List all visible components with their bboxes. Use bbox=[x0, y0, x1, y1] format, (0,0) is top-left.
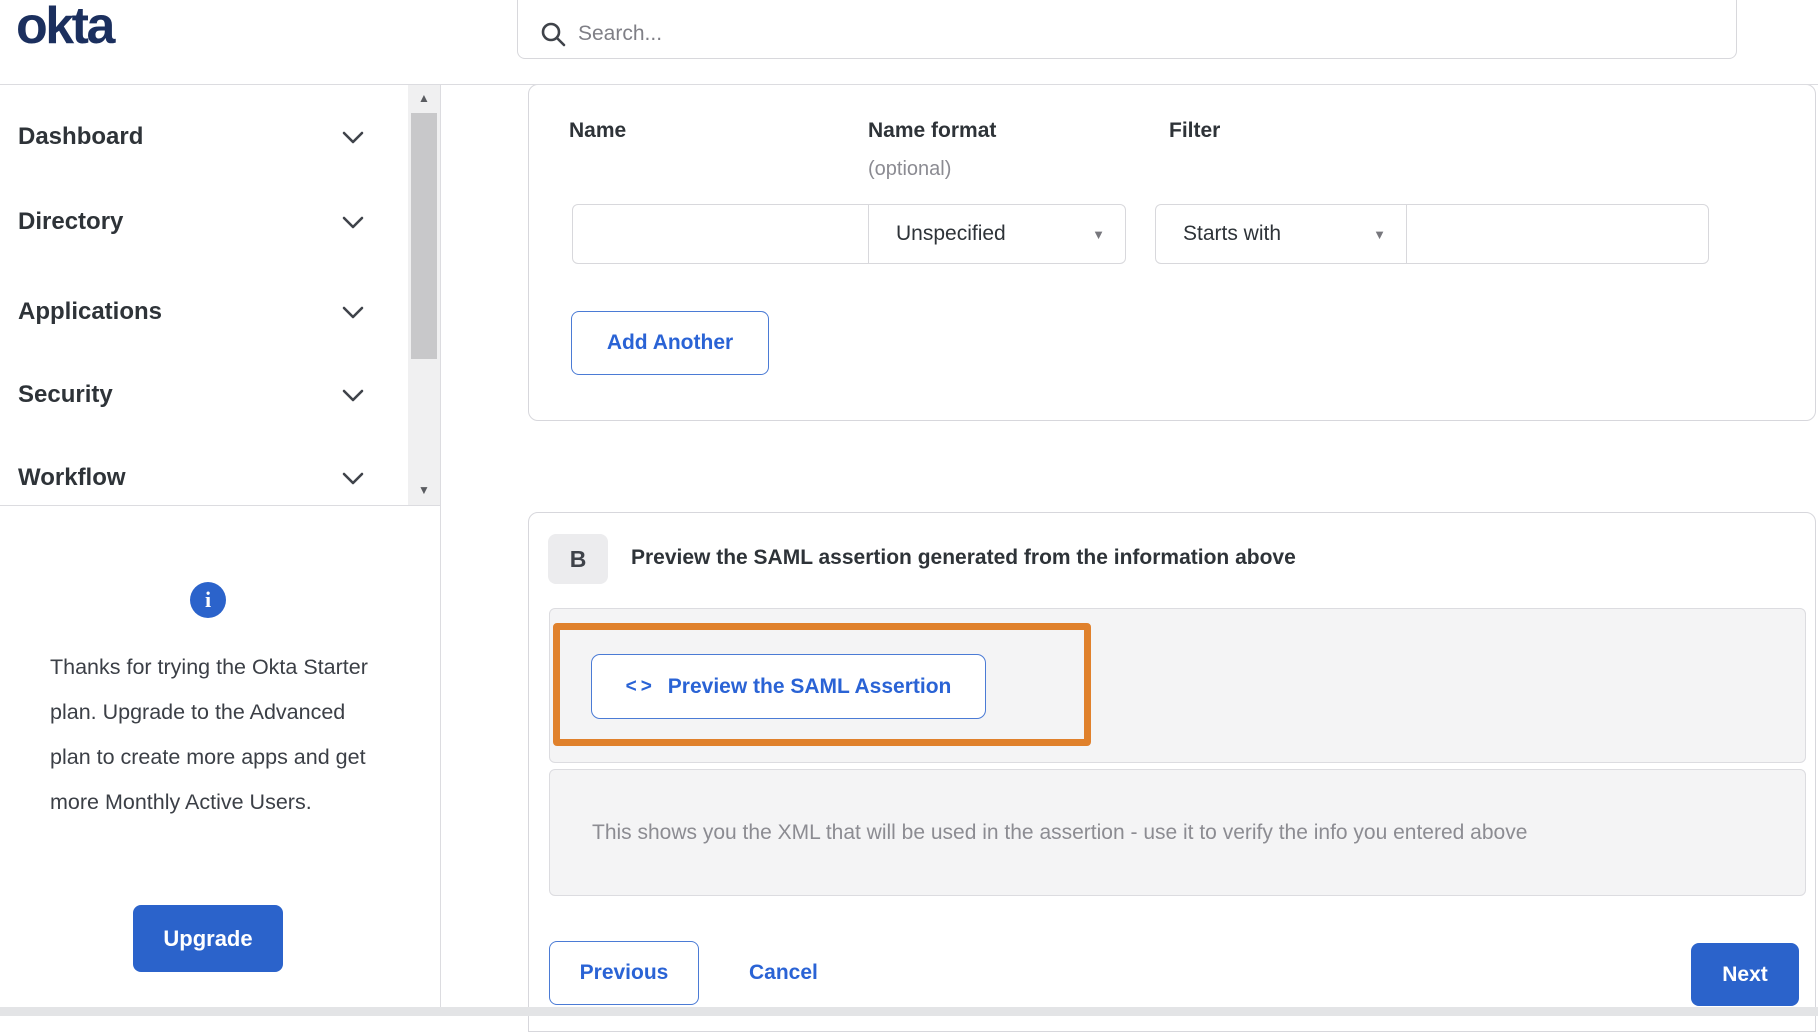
okta-logo[interactable]: okta bbox=[16, 0, 115, 56]
saml-preview-card: B Preview the SAML assertion generated f… bbox=[528, 512, 1816, 1032]
add-another-button[interactable]: Add Another bbox=[571, 311, 769, 375]
sidebar-item-label: Workflow bbox=[18, 464, 126, 491]
cancel-link[interactable]: Cancel bbox=[749, 941, 818, 1005]
sidebar-item-dashboard[interactable]: Dashboard bbox=[18, 122, 364, 152]
filter-value-input[interactable] bbox=[1406, 204, 1709, 264]
name-format-optional-hint: (optional) bbox=[868, 158, 952, 180]
chevron-down-icon bbox=[342, 472, 364, 484]
search-icon bbox=[541, 22, 566, 47]
sidebar-item-applications[interactable]: Applications bbox=[18, 297, 364, 327]
upgrade-message: Thanks for trying the Okta Starter plan.… bbox=[50, 655, 368, 814]
page-bottom-strip bbox=[0, 1007, 1818, 1016]
info-icon: i bbox=[190, 582, 226, 618]
sidebar-item-label: Security bbox=[18, 381, 113, 408]
attribute-form-card: Name Name format (optional) Filter Unspe… bbox=[528, 84, 1816, 421]
sidebar-scrollbar[interactable]: ▲ ▼ bbox=[408, 85, 440, 505]
filter-column-label: Filter bbox=[1169, 119, 1221, 142]
sidebar-item-label: Applications bbox=[18, 298, 163, 325]
upgrade-button[interactable]: Upgrade bbox=[133, 905, 283, 972]
preview-section-title: Preview the SAML assertion generated fro… bbox=[631, 546, 1296, 569]
sidebar-nav: Dashboard Directory Applications Securit… bbox=[0, 85, 440, 505]
sidebar-item-security[interactable]: Security bbox=[18, 380, 364, 410]
search-input[interactable] bbox=[578, 22, 1578, 46]
scroll-down-button[interactable]: ▼ bbox=[408, 479, 440, 501]
select-caret-icon: ▼ bbox=[1373, 226, 1386, 242]
chevron-down-icon bbox=[342, 306, 364, 318]
step-b-badge: B bbox=[548, 534, 608, 584]
global-search-box bbox=[517, 0, 1737, 59]
chevron-down-icon bbox=[342, 216, 364, 228]
select-caret-icon: ▼ bbox=[1092, 226, 1105, 242]
name-format-column-label: Name format bbox=[868, 119, 997, 142]
next-button[interactable]: Next bbox=[1691, 943, 1799, 1006]
filter-type-select[interactable]: Starts with ▼ bbox=[1155, 204, 1407, 264]
preview-button-label: Preview the SAML Assertion bbox=[667, 674, 952, 698]
preview-description-box: This shows you the XML that will be used… bbox=[549, 769, 1806, 896]
name-format-select[interactable]: Unspecified ▼ bbox=[868, 204, 1126, 264]
sidebar-main-divider bbox=[440, 85, 441, 1016]
code-icon: <> bbox=[625, 675, 656, 697]
preview-description-text: This shows you the XML that will be used… bbox=[592, 820, 1528, 844]
sidebar-item-directory[interactable]: Directory bbox=[18, 207, 364, 237]
chevron-down-icon bbox=[342, 389, 364, 401]
chevron-down-icon bbox=[342, 131, 364, 143]
top-header: okta bbox=[0, 0, 1818, 85]
sidebar-item-workflow[interactable]: Workflow bbox=[18, 463, 364, 493]
sidebar-item-label: Directory bbox=[18, 208, 124, 235]
name-column-label: Name bbox=[569, 119, 627, 142]
sidebar-divider bbox=[0, 505, 440, 506]
preview-saml-assertion-button[interactable]: <> Preview the SAML Assertion bbox=[591, 654, 986, 719]
scroll-up-button[interactable]: ▲ bbox=[408, 87, 440, 109]
attribute-name-input[interactable] bbox=[572, 204, 869, 264]
scroll-thumb[interactable] bbox=[411, 113, 437, 359]
sidebar-item-label: Dashboard bbox=[18, 123, 144, 150]
name-format-selected-value: Unspecified bbox=[896, 222, 1006, 245]
previous-button[interactable]: Previous bbox=[549, 941, 699, 1005]
filter-type-selected-value: Starts with bbox=[1183, 222, 1282, 245]
